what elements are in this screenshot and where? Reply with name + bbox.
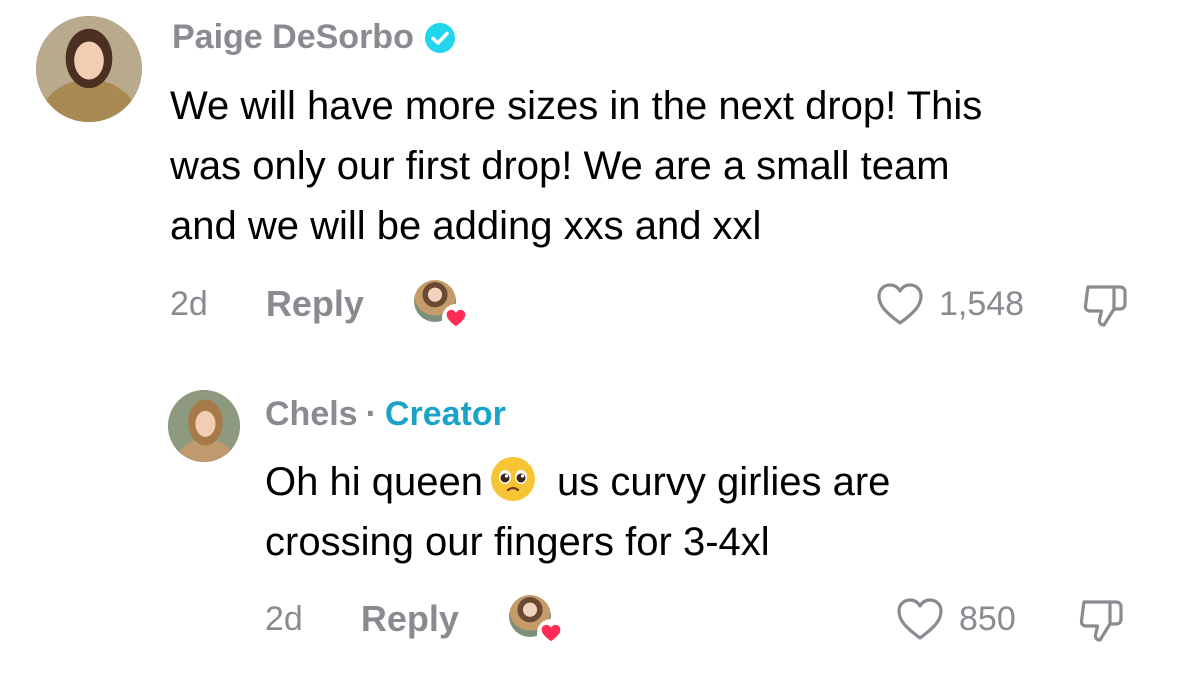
username-text: Paige DeSorbo — [172, 18, 414, 56]
like-button[interactable]: 1,548 — [875, 281, 1024, 327]
comment-text: Oh hi queen us curvy girlies are crossin… — [265, 452, 890, 572]
comment-meta: 2d Reply — [170, 280, 470, 332]
reply-button[interactable]: Reply — [266, 283, 364, 325]
comment-username[interactable]: Paige DeSorbo — [172, 18, 456, 57]
dislike-icon[interactable] — [1076, 596, 1126, 646]
comment-time: 2d — [265, 599, 303, 638]
text-after-emoji: us curvy girlies are — [556, 460, 891, 504]
comment-text-line: Oh hi queen us curvy girlies are — [265, 452, 890, 512]
pleading-face-emoji-icon — [490, 457, 535, 501]
heart-outline-icon — [877, 283, 923, 325]
like-count: 1,548 — [939, 284, 1025, 323]
comment-text-line: was only our first drop! We are a small … — [170, 144, 950, 188]
like-button[interactable]: 850 — [895, 596, 1016, 642]
creator-badge: Creator — [384, 395, 506, 433]
creator-liked-indicator — [413, 280, 470, 332]
avatar[interactable] — [36, 16, 142, 122]
comment-time: 2d — [170, 284, 208, 323]
heart-outline-icon — [897, 598, 943, 640]
separator-dot: · — [365, 395, 377, 433]
heart-icon — [441, 304, 470, 332]
comment-text-line: crossing our fingers for 3-4xl — [265, 520, 770, 564]
dislike-icon[interactable] — [1080, 281, 1130, 331]
comment-text-line: and we will be adding xxs and xxl — [170, 204, 762, 248]
verified-badge-icon — [424, 22, 455, 53]
heart-icon — [536, 619, 565, 647]
comment-text: We will have more sizes in the next drop… — [170, 76, 982, 256]
comment-meta: 2d Reply — [265, 595, 565, 647]
creator-liked-indicator — [508, 595, 565, 647]
reply-button[interactable]: Reply — [361, 598, 459, 640]
avatar-photo — [36, 16, 142, 122]
text-before-emoji: Oh hi queen — [265, 460, 483, 504]
comment-text-line: We will have more sizes in the next drop… — [170, 84, 983, 128]
avatar[interactable] — [168, 390, 240, 462]
avatar-photo — [168, 390, 240, 462]
comment-username[interactable]: Chels · Creator — [265, 395, 506, 434]
username-text: Chels — [265, 395, 358, 433]
like-count: 850 — [959, 599, 1016, 638]
